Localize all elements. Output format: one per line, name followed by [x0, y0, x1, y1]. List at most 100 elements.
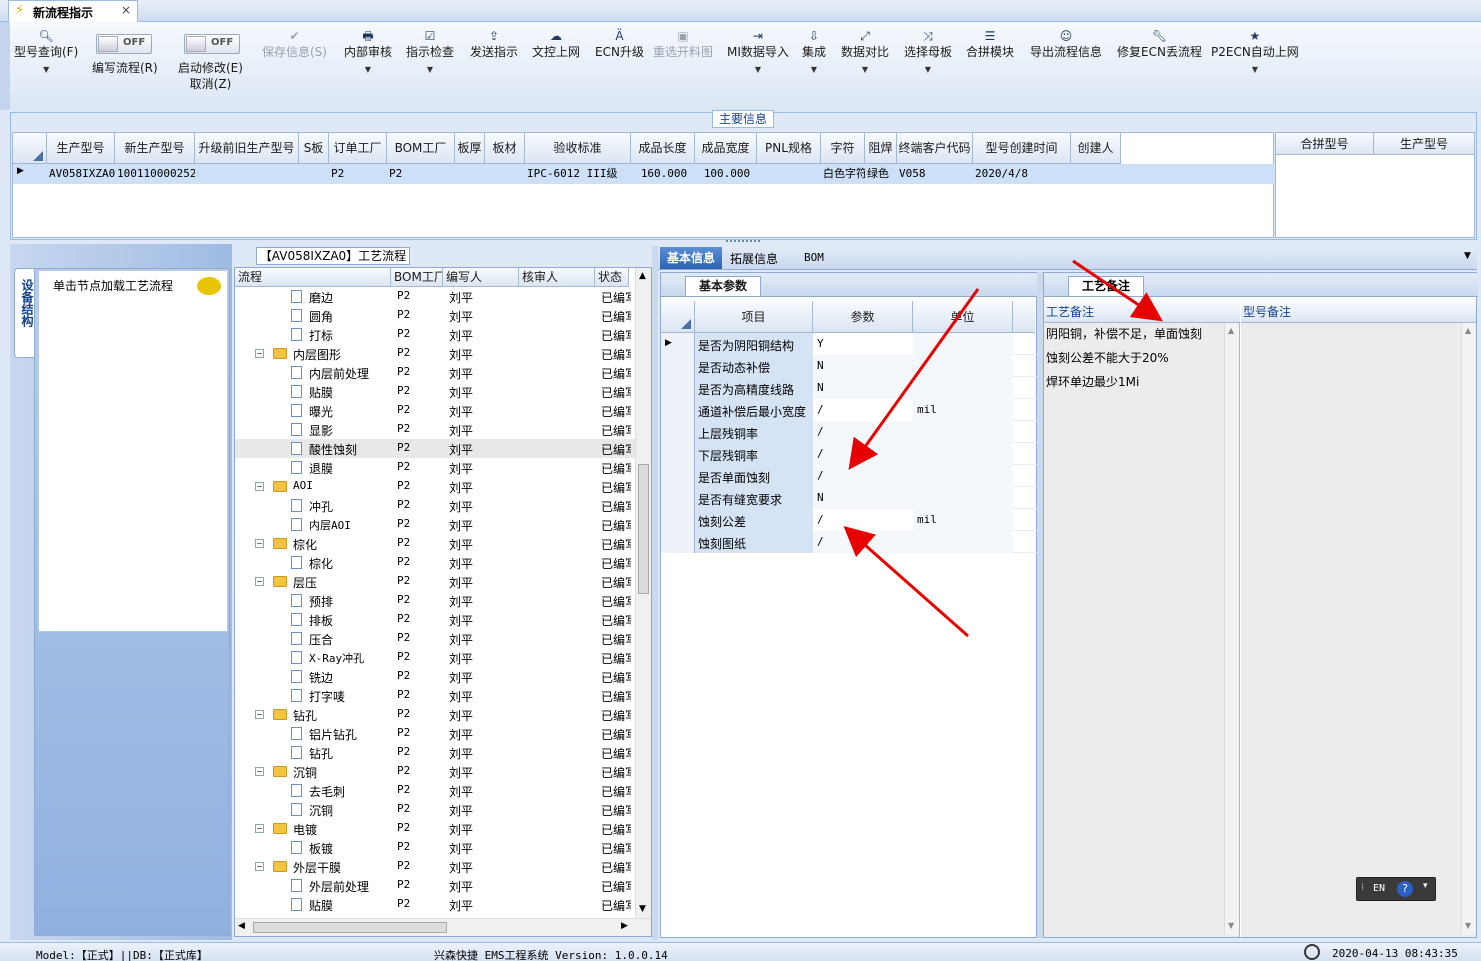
- param-row[interactable]: 蚀刻图纸 /: [661, 531, 1037, 553]
- row-header[interactable]: ▶: [661, 333, 695, 355]
- flow-row[interactable]: 排板 P2 刘平 已编写: [235, 610, 635, 629]
- main-col-header[interactable]: 新生产型号: [115, 133, 195, 164]
- flow-col-header[interactable]: 编写人: [443, 268, 519, 287]
- tab-bom[interactable]: BOM: [804, 251, 824, 264]
- merge-grid[interactable]: 合拼型号 生产型号: [1275, 132, 1475, 238]
- model-remark-box[interactable]: 型号备注 ▲ ▼: [1241, 301, 1476, 937]
- main-col-header[interactable]: PNL规格: [757, 133, 821, 164]
- flow-row[interactable]: 打字唛 P2 刘平 已编写: [235, 686, 635, 705]
- horizontal-scrollbar[interactable]: ◀ ▶: [235, 918, 651, 936]
- param-row[interactable]: ▶ 是否为阴阳铜结构 Y: [661, 333, 1037, 355]
- process-remark-box[interactable]: 工艺备注 阴阳铜，补偿不足，单面蚀刻 蚀刻公差不能大于20% 焊环单边最少1Mi ▲…: [1044, 301, 1240, 937]
- flow-row[interactable]: 铣边 P2 刘平 已编写: [235, 667, 635, 686]
- row-header[interactable]: [661, 421, 695, 443]
- row-header[interactable]: [661, 487, 695, 509]
- flow-row[interactable]: 钻孔 P2 刘平 已编写: [235, 743, 635, 762]
- value-cell[interactable]: [813, 333, 913, 355]
- flow-row[interactable]: 外层前处理 P2 刘平 已编写: [235, 876, 635, 895]
- param-row[interactable]: 是否有缝宽要求 N: [661, 487, 1037, 509]
- row-header[interactable]: [661, 465, 695, 487]
- collapse-toggle-icon[interactable]: −: [255, 862, 264, 871]
- compare-button[interactable]: ⤢ 数据对比 ▼: [841, 28, 889, 80]
- table-cell[interactable]: V058: [899, 165, 973, 183]
- check-button[interactable]: ☑ 指示检查 ▼: [406, 28, 454, 80]
- dropdown-icon[interactable]: ▼: [1464, 251, 1471, 261]
- param-value[interactable]: /: [817, 425, 824, 438]
- flow-row[interactable]: 圆角 P2 刘平 已编写: [235, 306, 635, 325]
- table-cell[interactable]: P2: [389, 165, 455, 183]
- flow-row[interactable]: X-Ray冲孔 P2 刘平 已编写: [235, 648, 635, 667]
- main-col-header[interactable]: S板: [299, 133, 329, 164]
- flow-row[interactable]: 内层AOI P2 刘平 已编写: [235, 515, 635, 534]
- splitter[interactable]: [652, 246, 658, 940]
- table-cell[interactable]: 2020/4/8: [975, 165, 1071, 183]
- close-tab-icon[interactable]: ×: [121, 3, 131, 17]
- flow-row[interactable]: 棕化 P2 刘平 已编写: [235, 553, 635, 572]
- flow-row[interactable]: 沉铜 P2 刘平 已编写: [235, 800, 635, 819]
- flow-row[interactable]: 磨边 P2 刘平 已编写: [235, 287, 635, 306]
- flow-row[interactable]: 去毛刺 P2 刘平 已编写: [235, 781, 635, 800]
- mi-import-button[interactable]: ⇥ MI数据导入 ▼: [727, 28, 789, 80]
- main-info-grid[interactable]: 生产型号 新生产型号 升级前旧生产型号 S板 订单工厂 BOM工厂 板厚 板材 验收标准 成品长度…: [12, 132, 1275, 238]
- collapse-toggle-icon[interactable]: −: [255, 710, 264, 719]
- flow-row[interactable]: − 钻孔 P2 刘平 已编写: [235, 705, 635, 724]
- main-col-header[interactable]: 终端客户代码: [897, 133, 973, 164]
- export-button[interactable]: ☺ 导出流程信息: [1030, 28, 1102, 60]
- flow-row[interactable]: 显影 P2 刘平 已编写: [235, 420, 635, 439]
- flow-row[interactable]: 贴膜 P2 刘平 已编写: [235, 382, 635, 401]
- flow-col-header[interactable]: 状态: [595, 268, 629, 287]
- equipment-tree[interactable]: 单击节点加载工艺流程: [38, 270, 228, 632]
- flow-row[interactable]: − 内层图形 P2 刘平 已编写: [235, 344, 635, 363]
- integrate-button[interactable]: ⇩ 集成 ▼: [802, 28, 826, 80]
- equipment-structure-tab[interactable]: 设备结构: [14, 268, 36, 358]
- flow-row[interactable]: 打标 P2 刘平 已编写: [235, 325, 635, 344]
- main-col-header[interactable]: 创建人: [1071, 133, 1121, 164]
- table-cell[interactable]: 10011000025269: [117, 165, 195, 183]
- collapse-toggle-icon[interactable]: −: [255, 577, 264, 586]
- table-cell[interactable]: P2: [331, 165, 387, 183]
- collapse-toggle-icon[interactable]: −: [255, 482, 264, 491]
- basic-params-title[interactable]: 基本参数: [685, 276, 761, 296]
- param-row[interactable]: 是否单面蚀刻 /: [661, 465, 1037, 487]
- main-col-header[interactable]: 升级前旧生产型号: [195, 133, 299, 164]
- param-value[interactable]: N: [817, 491, 824, 504]
- save-button[interactable]: ✔ 保存信息(S): [262, 28, 327, 60]
- value-cell[interactable]: [813, 465, 913, 487]
- value-cell[interactable]: [813, 509, 913, 531]
- send-button[interactable]: ⇪ 发送指示: [470, 28, 518, 60]
- row-header[interactable]: [661, 399, 695, 421]
- upload-button[interactable]: ☁ 文控上网: [532, 28, 580, 60]
- write-flow-toggle[interactable]: OFF: [96, 34, 152, 54]
- flow-tree-grid[interactable]: 流程BOM工厂编写人核审人状态 磨边P2刘平已编写圆角P2刘平已编写打标P2刘平…: [234, 267, 652, 937]
- start-modify-toggle[interactable]: OFF: [184, 34, 240, 54]
- flow-row[interactable]: − 层压 P2 刘平 已编写: [235, 572, 635, 591]
- flow-row[interactable]: 预排 P2 刘平 已编写: [235, 591, 635, 610]
- row-header[interactable]: [661, 531, 695, 553]
- main-col-header[interactable]: 生产型号: [47, 133, 115, 164]
- flow-row[interactable]: 压合 P2 刘平 已编写: [235, 629, 635, 648]
- help-icon[interactable]: ?: [1397, 881, 1413, 897]
- flow-col-header[interactable]: 核审人: [519, 268, 595, 287]
- table-cell[interactable]: IPC-6012 III级: [527, 165, 631, 183]
- select-mother-button[interactable]: ⤨ 选择母板 ▼: [904, 28, 952, 80]
- splitter-grip[interactable]: [726, 240, 760, 244]
- value-cell[interactable]: [813, 355, 913, 377]
- collapse-toggle-icon[interactable]: −: [255, 349, 264, 358]
- main-col-header[interactable]: 成品长度: [631, 133, 695, 164]
- ime-toolbar[interactable]: ⁞ EN ? ▾: [1356, 877, 1436, 901]
- flow-row[interactable]: 贴膜 P2 刘平 已编写: [235, 895, 635, 914]
- main-col-header[interactable]: 型号创建时间: [973, 133, 1071, 164]
- tab-basic-info[interactable]: 基本信息: [660, 247, 722, 269]
- collapse-toggle-icon[interactable]: −: [255, 539, 264, 548]
- main-col-header[interactable]: 板材: [485, 133, 525, 164]
- main-col-header[interactable]: 成品宽度: [695, 133, 757, 164]
- ime-lang[interactable]: EN: [1373, 883, 1385, 894]
- table-cell[interactable]: 白色字符: [823, 165, 865, 183]
- flow-row[interactable]: 铝片钻孔 P2 刘平 已编写: [235, 724, 635, 743]
- col-unit[interactable]: 单位: [913, 301, 1013, 333]
- flow-col-header[interactable]: 流程: [235, 268, 391, 287]
- main-col-header[interactable]: 阻焊: [865, 133, 897, 164]
- param-row[interactable]: 是否为高精度线路 N: [661, 377, 1037, 399]
- col-value[interactable]: 参数: [813, 301, 913, 333]
- p2ecn-button[interactable]: ★ P2ECN自动上网 ▼: [1211, 28, 1299, 80]
